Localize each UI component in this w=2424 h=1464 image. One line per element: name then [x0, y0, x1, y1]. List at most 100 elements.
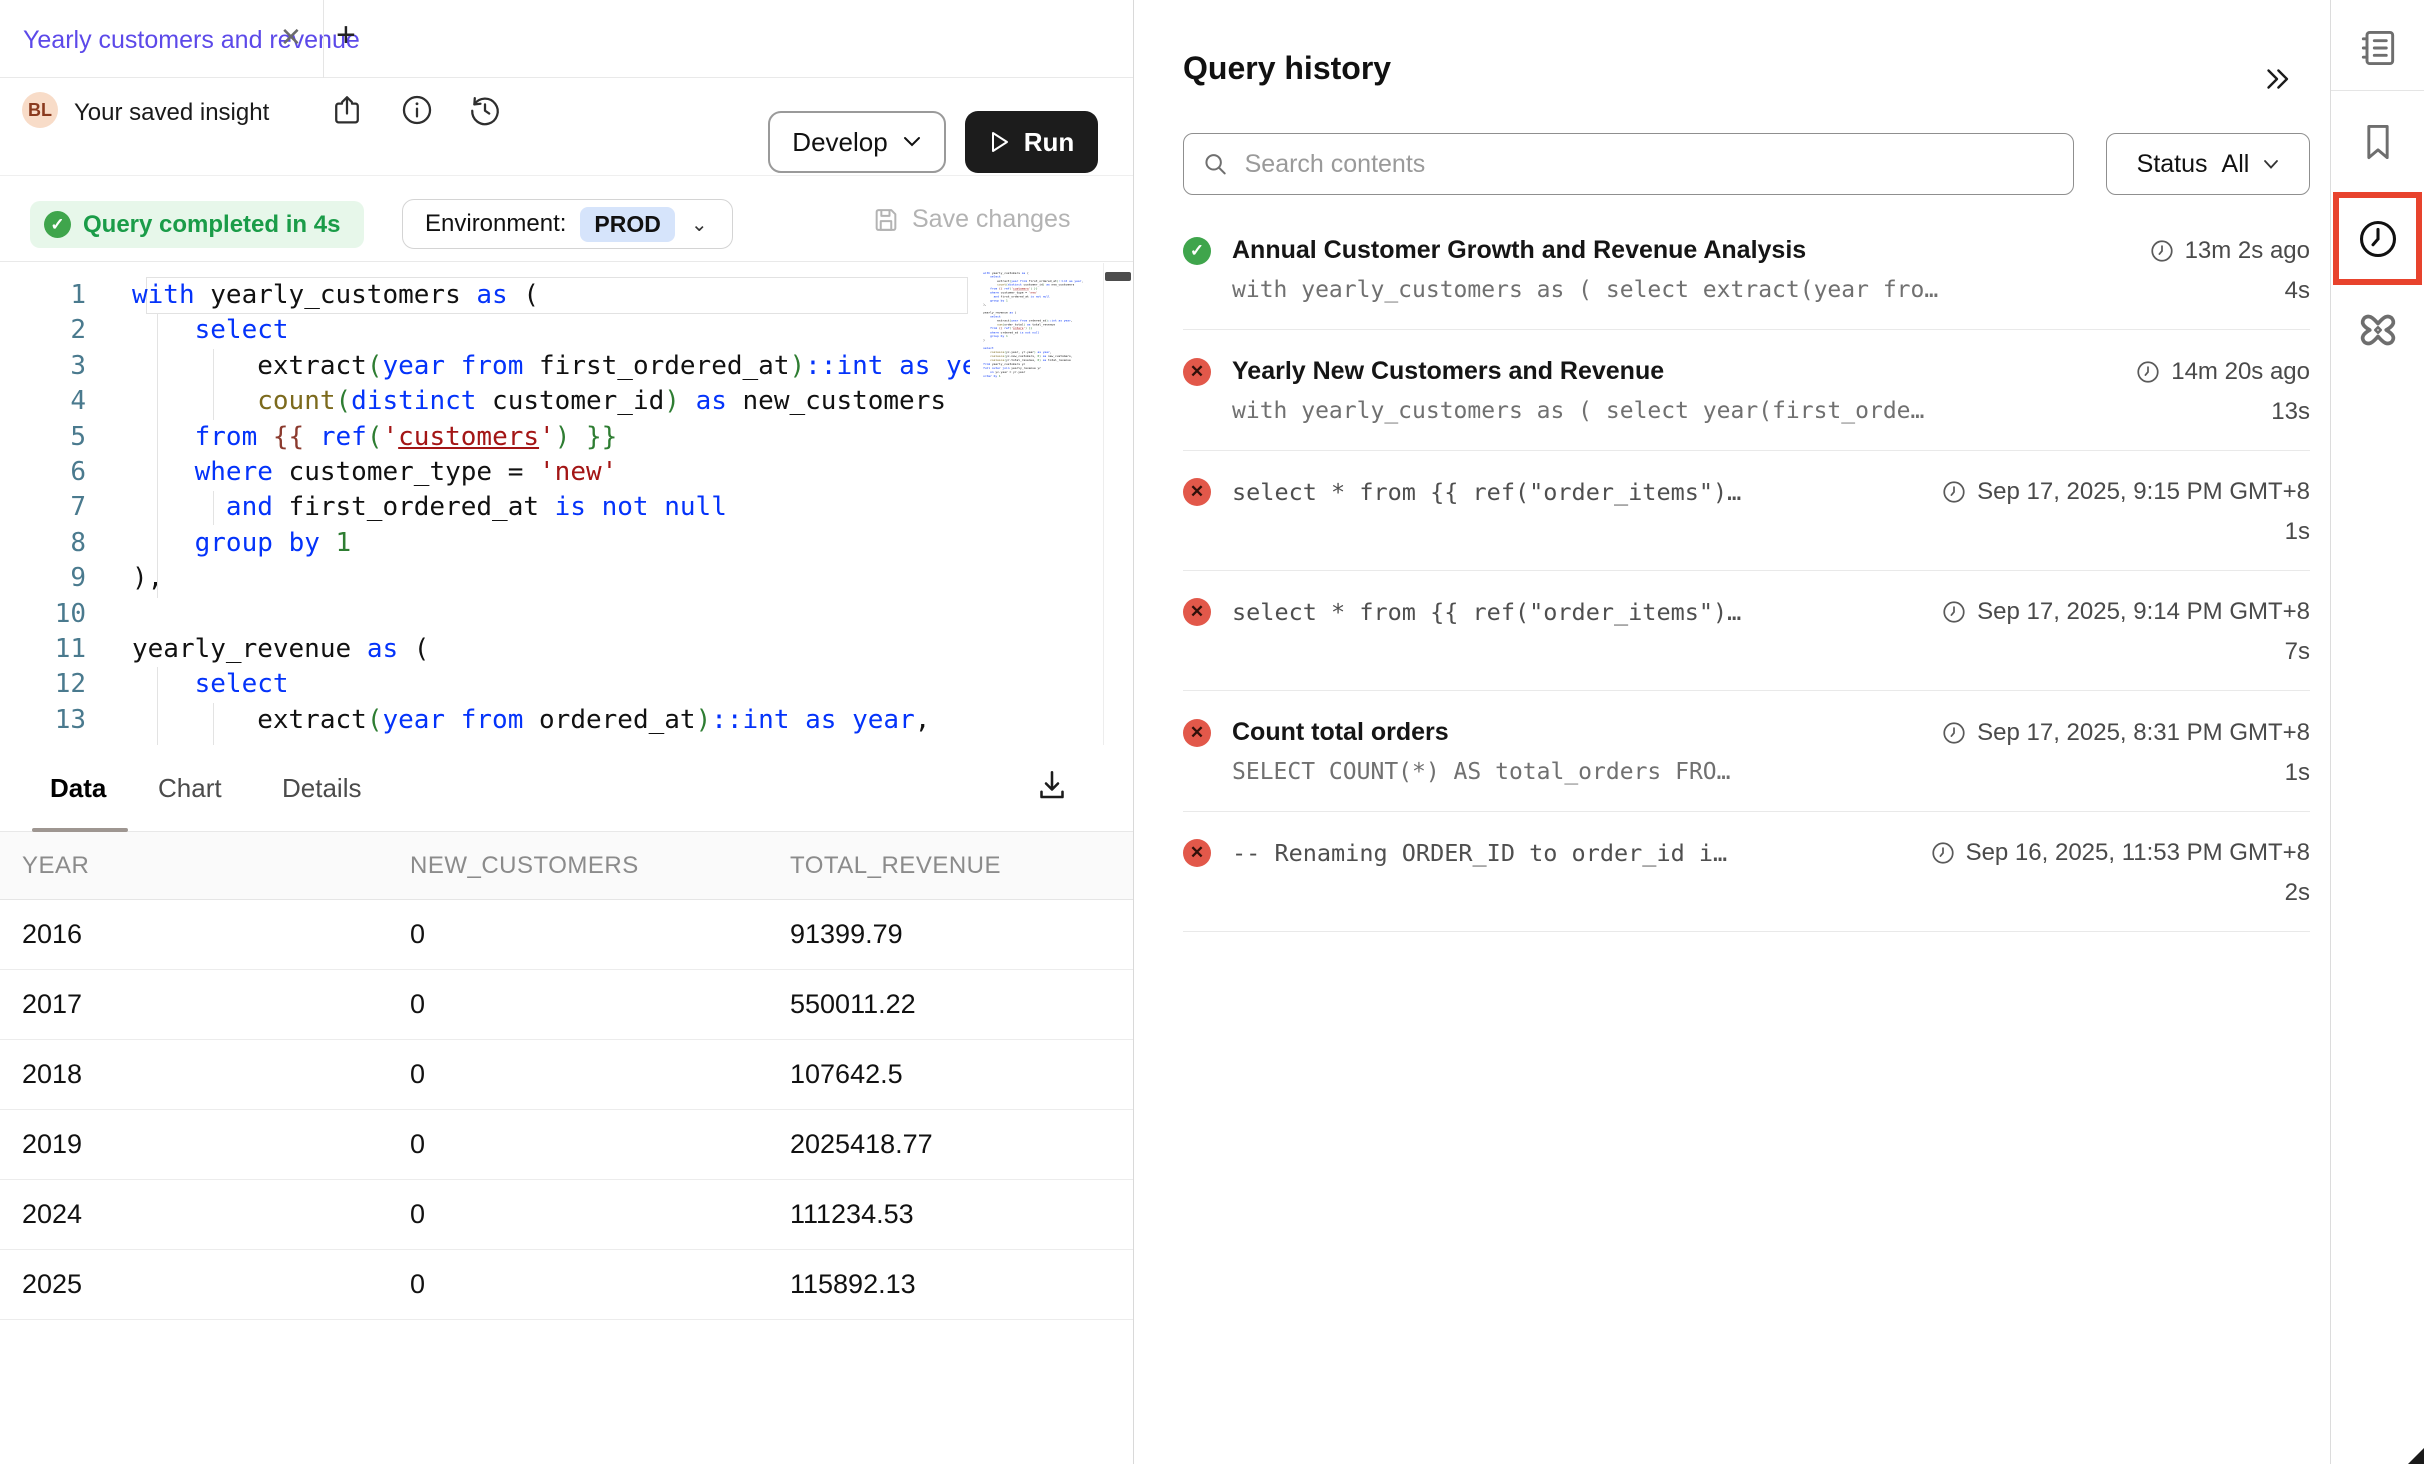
table-row[interactable]: 20170550011.22	[0, 970, 1133, 1040]
line-number: 7	[0, 490, 106, 525]
code-text: select	[106, 313, 289, 348]
clock-icon	[1941, 479, 1967, 505]
results-table-body: 2016091399.7920170550011.2220180107642.5…	[0, 900, 1133, 1320]
code-text: yearly_revenue as (	[106, 632, 429, 667]
indent-guide	[213, 491, 214, 525]
search-input[interactable]	[1245, 150, 2055, 179]
editor-panel: Yearly customers and revenue ✕ + BL Your…	[0, 0, 1133, 1464]
history-item-time: Sep 17, 2025, 9:15 PM GMT+8	[1941, 478, 2310, 506]
history-item[interactable]: ✕Yearly New Customers and Revenue14m 20s…	[1183, 330, 2310, 451]
version-history-icon[interactable]	[468, 93, 502, 127]
app-window: Yearly customers and revenue ✕ + BL Your…	[0, 0, 2424, 1464]
table-cell: 2016	[0, 919, 388, 950]
history-item-duration: 2s	[2285, 879, 2310, 907]
results-tab-bar: Data Chart Details	[0, 745, 1133, 832]
editor-scrollbar[interactable]	[1103, 263, 1133, 745]
tab-details[interactable]: Details	[282, 773, 361, 804]
share-icon[interactable]	[330, 93, 364, 127]
editor-minimap[interactable]: with yearly_customers as ( select extrac…	[970, 263, 1133, 745]
status-filter-label: Status	[2137, 150, 2208, 179]
code-text: group by 1	[106, 526, 351, 561]
table-cell: 0	[388, 1129, 768, 1160]
download-icon[interactable]	[1034, 767, 1070, 803]
tab-divider	[323, 0, 324, 78]
table-cell: 0	[388, 1199, 768, 1230]
line-number: 13	[0, 703, 106, 738]
tab-chart[interactable]: Chart	[158, 773, 222, 804]
table-row[interactable]: 201902025418.77	[0, 1110, 1133, 1180]
environment-label: Environment:	[425, 210, 566, 238]
status-filter-dropdown[interactable]: Status All	[2106, 133, 2310, 195]
error-status-icon: ✕	[1183, 839, 1211, 867]
table-row[interactable]: 20250115892.13	[0, 1250, 1133, 1320]
history-item-title: -- Renaming ORDER_ID to order_id i…	[1232, 839, 1916, 867]
sql-code-editor[interactable]: 1with yearly_customers as (2 select3 ext…	[0, 263, 1133, 745]
history-clock-icon	[2355, 216, 2401, 262]
history-item-duration: 13s	[2271, 398, 2310, 426]
history-item-title: Yearly New Customers and Revenue	[1232, 357, 2121, 386]
success-status-icon: ✓	[1183, 237, 1211, 265]
table-cell: 0	[388, 989, 768, 1020]
table-row[interactable]: 20180107642.5	[0, 1040, 1133, 1110]
develop-dropdown[interactable]: Develop	[768, 111, 946, 173]
line-number: 6	[0, 455, 106, 490]
indent-guide	[213, 703, 214, 745]
table-cell: 2018	[0, 1059, 388, 1090]
develop-label: Develop	[792, 127, 887, 158]
history-item-title: Annual Customer Growth and Revenue Analy…	[1232, 236, 2135, 265]
error-status-icon: ✕	[1183, 598, 1211, 626]
resize-corner[interactable]	[2408, 1448, 2424, 1464]
history-item-time: 13m 2s ago	[2149, 237, 2310, 265]
history-item[interactable]: ✓ Annual Customer Growth and Revenue Anal…	[1183, 209, 2310, 330]
run-button[interactable]: Run	[965, 111, 1098, 173]
code-text: ),	[106, 561, 163, 596]
history-search-box[interactable]	[1183, 133, 2074, 195]
column-new-customers[interactable]: NEW_CUSTOMERS	[388, 852, 768, 880]
table-cell: 111234.53	[768, 1199, 1133, 1230]
code-line: 8 group by 1	[0, 526, 970, 561]
column-year[interactable]: YEAR	[0, 852, 388, 880]
notebook-icon[interactable]	[2356, 26, 2400, 70]
history-item-time: Sep 17, 2025, 8:31 PM GMT+8	[1941, 719, 2310, 747]
history-item[interactable]: ✕-- Renaming ORDER_ID to order_id i…Sep …	[1183, 812, 2310, 932]
error-status-icon: ✕	[1183, 478, 1211, 506]
table-cell: 115892.13	[768, 1269, 1133, 1300]
history-item[interactable]: ✕select * from {{ ref("order_items")…Sep…	[1183, 571, 2310, 691]
chevron-down-icon: ⌄	[691, 212, 708, 237]
save-changes-button[interactable]: Save changes	[872, 205, 1070, 234]
table-cell: 0	[388, 1269, 768, 1300]
lineage-icon[interactable]	[2356, 308, 2400, 352]
query-history-icon-active[interactable]	[2333, 192, 2422, 285]
line-number: 1	[0, 278, 106, 313]
info-icon[interactable]	[400, 93, 434, 127]
history-item[interactable]: ✕select * from {{ ref("order_items")…Sep…	[1183, 451, 2310, 571]
line-number: 8	[0, 526, 106, 561]
code-line: 12 select	[0, 667, 970, 702]
tab-close-icon[interactable]: ✕	[280, 22, 302, 53]
line-number: 3	[0, 349, 106, 384]
line-number: 4	[0, 384, 106, 419]
history-item[interactable]: ✕Count total ordersSep 17, 2025, 8:31 PM…	[1183, 691, 2310, 812]
collapse-panel-icon[interactable]	[2260, 62, 2294, 96]
line-number: 11	[0, 632, 106, 667]
code-line: 10	[0, 597, 970, 632]
new-tab-button[interactable]: +	[336, 16, 356, 55]
table-row[interactable]: 20240111234.53	[0, 1180, 1133, 1250]
table-row[interactable]: 2016091399.79	[0, 900, 1133, 970]
code-text: extract(year from ordered_at)::int as ye…	[106, 703, 930, 738]
line-number: 2	[0, 313, 106, 348]
table-cell: 107642.5	[768, 1059, 1133, 1090]
table-cell: 2017	[0, 989, 388, 1020]
query-status-badge: ✓ Query completed in 4s	[30, 201, 364, 248]
code-line: 6 where customer_type = 'new'	[0, 455, 970, 490]
code-text	[106, 597, 132, 632]
bookmark-icon[interactable]	[2356, 120, 2400, 164]
floppy-disk-icon	[872, 206, 900, 234]
play-icon	[989, 130, 1011, 154]
tab-yearly-customers[interactable]: Yearly customers and revenue	[23, 26, 360, 55]
column-total-revenue[interactable]: TOTAL_REVENUE	[768, 852, 1133, 880]
table-cell: 550011.22	[768, 989, 1133, 1020]
scrollbar-thumb[interactable]	[1105, 272, 1131, 281]
tab-data[interactable]: Data	[50, 773, 106, 804]
environment-selector[interactable]: Environment: PROD ⌄	[402, 199, 733, 249]
